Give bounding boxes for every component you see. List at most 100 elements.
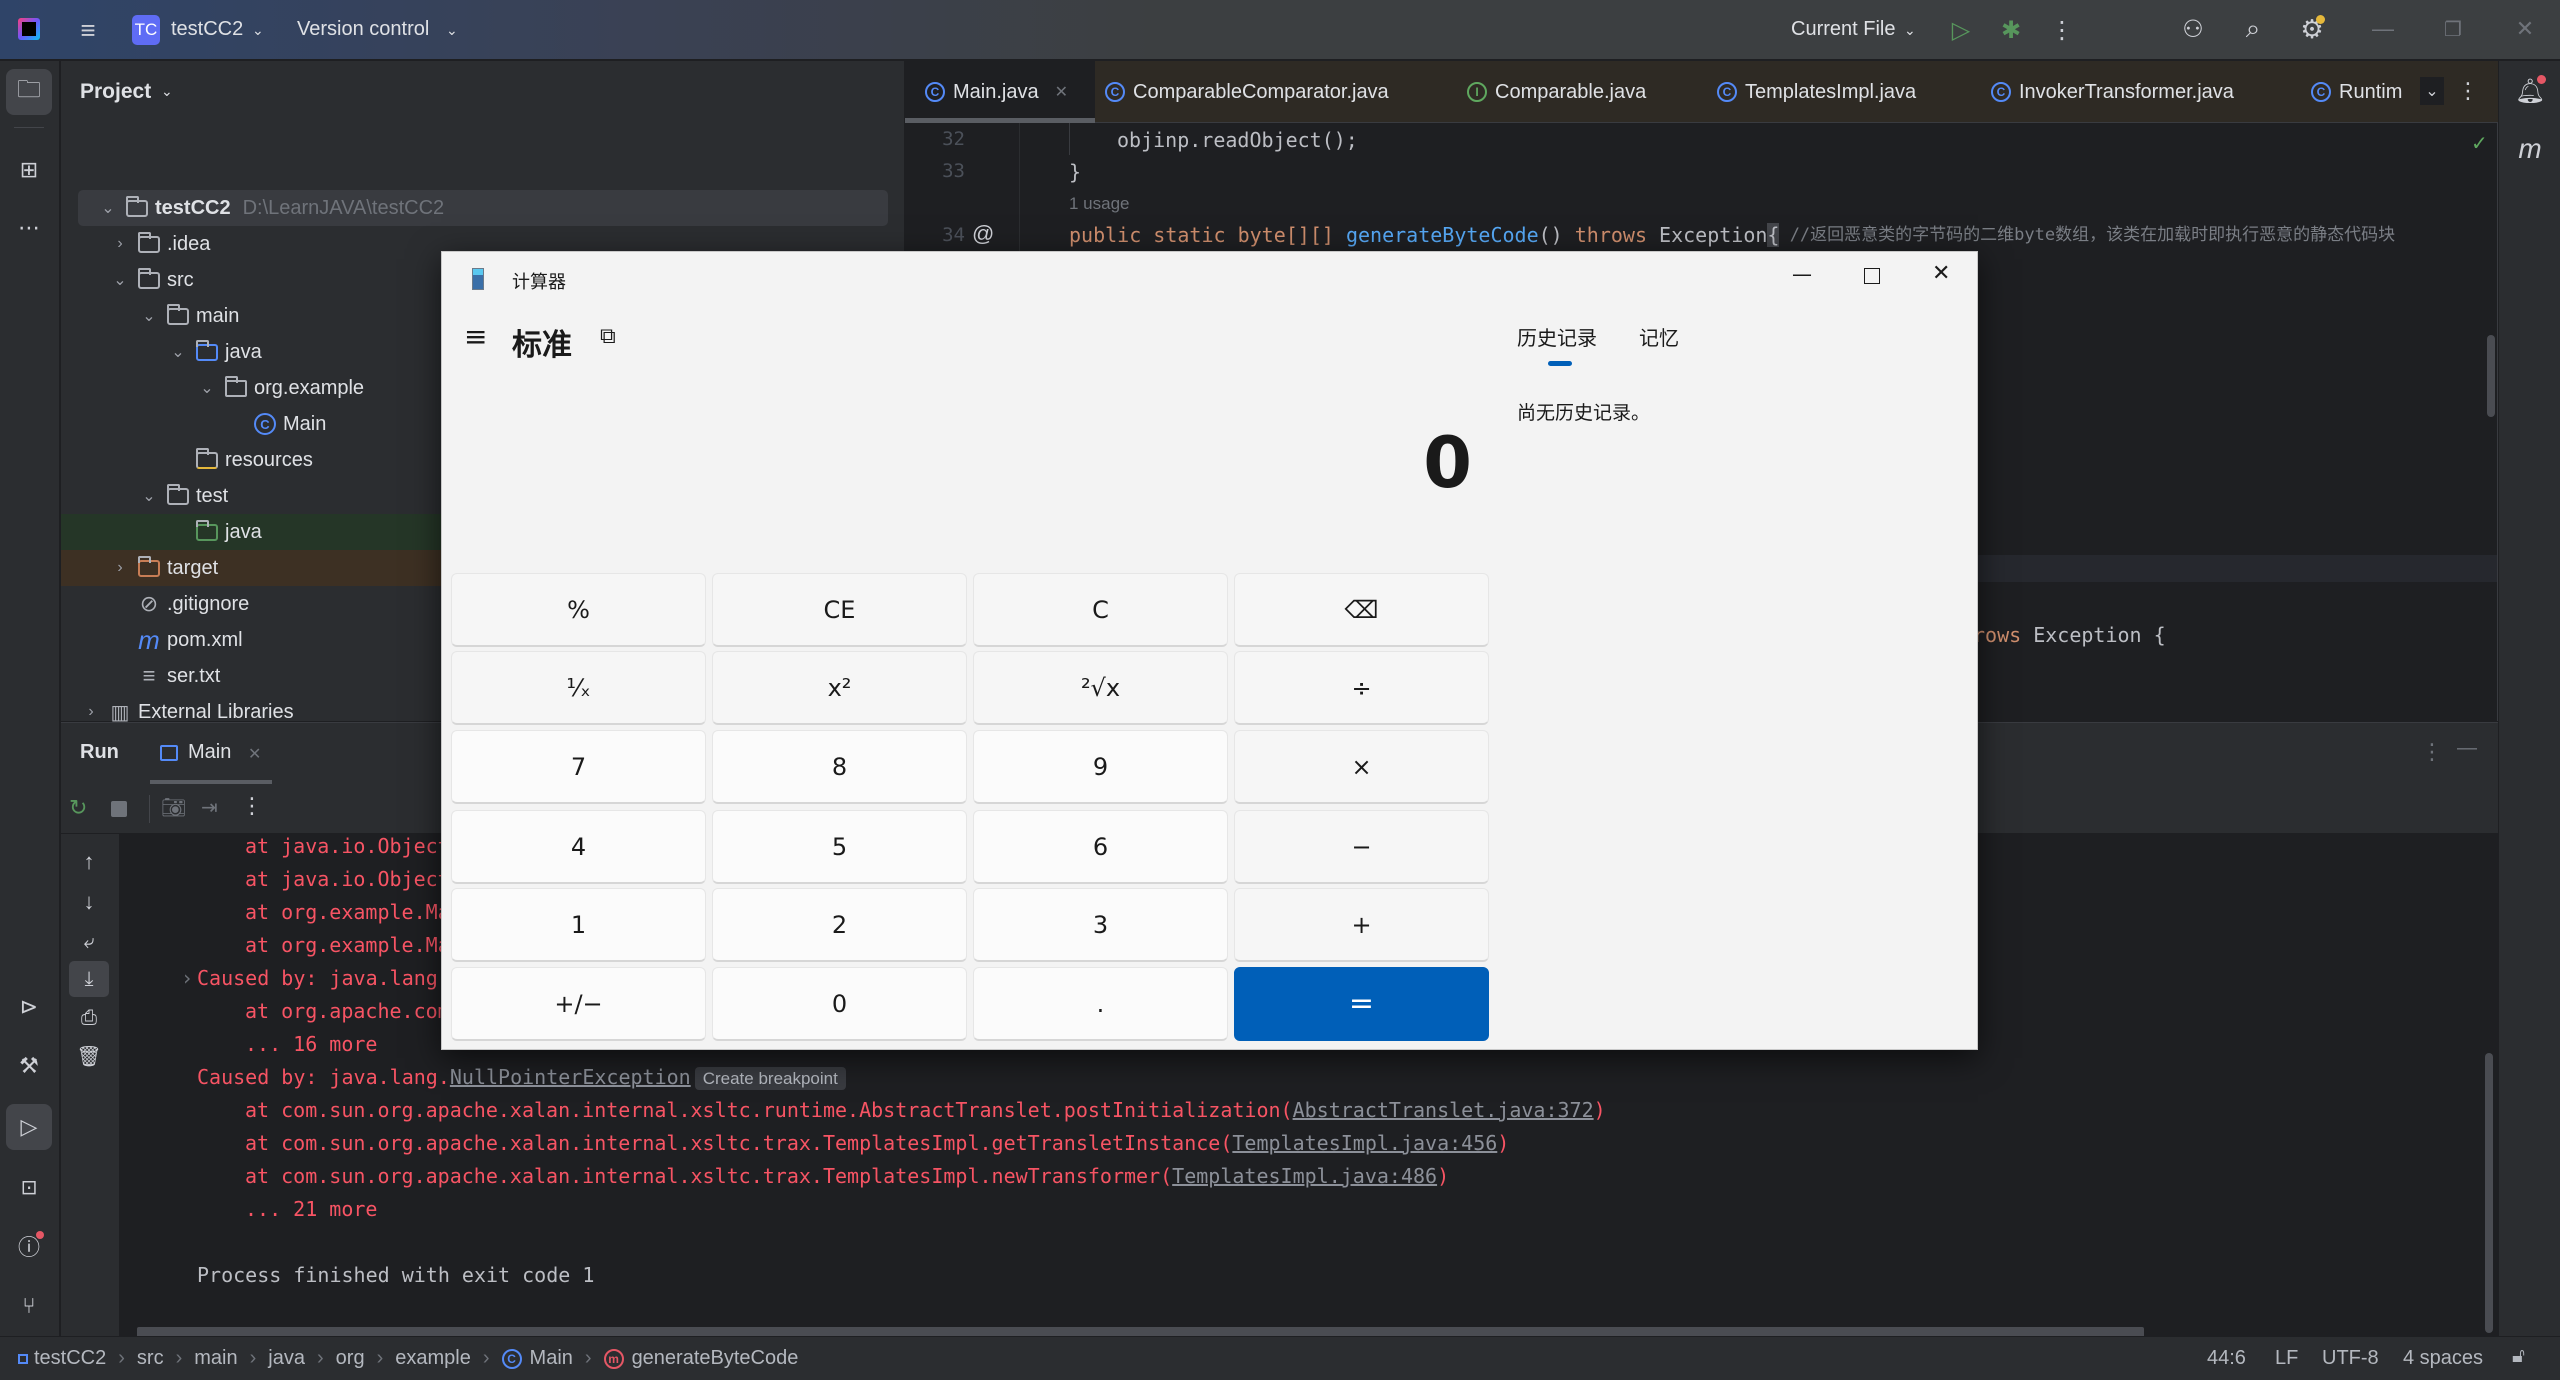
calc-button[interactable]: −: [1234, 810, 1489, 884]
calc-button[interactable]: +: [1234, 888, 1489, 962]
stop-icon[interactable]: [111, 801, 127, 817]
console-link[interactable]: NullPointerException: [450, 1065, 691, 1089]
chevron-right-icon[interactable]: ›: [81, 703, 101, 721]
nav-menu-icon[interactable]: ≡: [464, 320, 487, 353]
run-config-selector[interactable]: Current File: [1791, 18, 1895, 41]
main-menu-icon[interactable]: ≡: [74, 15, 102, 45]
breadcrumb-item[interactable]: testCC2: [34, 1347, 106, 1370]
calc-button[interactable]: %: [451, 573, 706, 647]
calc-button[interactable]: ⌫: [1234, 573, 1489, 647]
close-icon[interactable]: ✕: [2512, 16, 2538, 42]
chevron-right-icon[interactable]: ›: [110, 559, 130, 577]
project-tool-icon[interactable]: 🗀: [6, 69, 52, 115]
tab-memory[interactable]: 记忆: [1639, 322, 1679, 351]
soft-wrap-icon[interactable]: ⤶: [73, 926, 105, 958]
calc-button[interactable]: .: [973, 967, 1228, 1041]
chevron-right-icon[interactable]: ›: [110, 235, 130, 253]
calc-button[interactable]: 8: [712, 730, 967, 804]
editor-tab[interactable]: C InvokerTransformer.java: [1991, 61, 2234, 123]
editor-tab[interactable]: C ComparableComparator.java: [1105, 61, 1389, 123]
more-icon[interactable]: ⋮: [2050, 16, 2074, 44]
console-link[interactable]: AbstractTranslet.java:372: [1293, 1098, 1594, 1122]
calc-button[interactable]: =: [1234, 967, 1489, 1041]
breadcrumb-item[interactable]: src: [137, 1347, 164, 1370]
minimize-icon[interactable]: —: [1792, 262, 1812, 286]
close-tab-icon[interactable]: ✕: [1055, 82, 1068, 102]
breadcrumb-item[interactable]: example: [395, 1347, 471, 1370]
trash-icon[interactable]: 🗑︎: [73, 1040, 105, 1072]
calc-button[interactable]: ²√x: [973, 651, 1228, 725]
keep-on-top-icon[interactable]: ⧉: [600, 324, 616, 349]
chevron-down-icon[interactable]: ⌄: [110, 270, 130, 290]
breadcrumb-item[interactable]: generateByteCode: [632, 1347, 799, 1370]
calc-button[interactable]: C: [973, 573, 1228, 647]
chevron-down-icon[interactable]: ⌄: [139, 306, 159, 326]
add-user-icon[interactable]: ⚇: [2178, 14, 2208, 44]
project-badge[interactable]: TC: [132, 15, 160, 45]
calc-button[interactable]: ×: [1234, 730, 1489, 804]
chevron-down-icon[interactable]: ⌄: [197, 378, 217, 398]
calc-button[interactable]: +/−: [451, 967, 706, 1041]
calc-button[interactable]: 1: [451, 888, 706, 962]
calc-button[interactable]: 3: [973, 888, 1228, 962]
structure-icon[interactable]: ⊞: [12, 153, 46, 187]
calc-button[interactable]: x²: [712, 651, 967, 725]
chevron-down-icon[interactable]: ⌄: [168, 342, 188, 362]
indent-setting[interactable]: 4 spaces: [2403, 1347, 2483, 1370]
calc-button[interactable]: ¹⁄ₓ: [451, 651, 706, 725]
code-line-33[interactable]: }: [1069, 160, 1081, 184]
tab-history[interactable]: 历史记录: [1517, 322, 1597, 351]
rerun-icon[interactable]: ↻: [69, 795, 87, 821]
calc-button[interactable]: 6: [973, 810, 1228, 884]
run-icon[interactable]: ▷: [1948, 16, 1974, 44]
exit-icon[interactable]: ⇥: [201, 795, 218, 820]
breadcrumb-item[interactable]: main: [194, 1347, 237, 1370]
down-arrow-icon[interactable]: ↓: [73, 886, 105, 918]
calc-button[interactable]: 0: [712, 967, 967, 1041]
up-arrow-icon[interactable]: ↑: [73, 846, 105, 878]
chevron-down-icon[interactable]: ⌄: [98, 198, 118, 218]
vcs-menu[interactable]: Version control: [297, 18, 429, 41]
tree-item[interactable]: ⌄ testCC2 D:\LearnJAVA\testCC2: [78, 190, 888, 226]
build-icon[interactable]: ⚒: [12, 1049, 46, 1083]
tabs-dropdown-icon[interactable]: ⌄: [2420, 77, 2444, 105]
no-problems-check-icon[interactable]: ✓: [2471, 131, 2488, 156]
minimize-icon[interactable]: —: [2370, 16, 2396, 42]
unlock-icon[interactable]: 🔓︎: [2512, 1345, 2525, 1368]
file-encoding[interactable]: UTF-8: [2322, 1347, 2379, 1370]
calc-button[interactable]: 5: [712, 810, 967, 884]
fold-chevron-icon[interactable]: ›: [181, 966, 193, 990]
run-minimize-icon[interactable]: —: [2457, 737, 2477, 760]
project-selector[interactable]: testCC2: [171, 18, 243, 41]
calc-button[interactable]: 2: [712, 888, 967, 962]
breadcrumb-item[interactable]: java: [268, 1347, 305, 1370]
git-icon[interactable]: ⑂: [12, 1289, 46, 1323]
console-link[interactable]: TemplatesImpl.java:486: [1172, 1164, 1437, 1188]
close-icon[interactable]: ✕: [1932, 261, 1950, 286]
code-line-hidden[interactable]: rows Exception {: [1973, 623, 2166, 647]
camera-icon[interactable]: 📷︎: [161, 795, 186, 820]
editor-scrollbar[interactable]: [2487, 335, 2495, 417]
run-tool-icon[interactable]: ▷: [6, 1104, 52, 1150]
intellij-logo[interactable]: [18, 18, 40, 40]
terminal-icon[interactable]: ⊡: [12, 1170, 46, 1204]
run-tab-main[interactable]: Main ✕: [150, 723, 340, 785]
scroll-to-end-icon[interactable]: ⤓: [69, 961, 109, 997]
breadcrumb-item[interactable]: org: [336, 1347, 365, 1370]
override-gutter-icon[interactable]: @: [972, 221, 994, 247]
search-icon[interactable]: ⌕: [2238, 13, 2268, 44]
create-breakpoint-hint[interactable]: Create breakpoint: [694, 1067, 846, 1090]
chevron-down-icon[interactable]: ⌄: [139, 486, 159, 506]
more-icon[interactable]: ⋮: [241, 793, 263, 819]
print-icon[interactable]: ⎙: [73, 1002, 105, 1034]
editor-tab[interactable]: C Runtim: [2311, 61, 2402, 123]
editor-tab[interactable]: C Main.java ✕: [925, 61, 1068, 123]
services-icon[interactable]: ⊳: [12, 990, 46, 1024]
debug-icon[interactable]: ✱: [1998, 16, 2024, 44]
close-tab-icon[interactable]: ✕: [248, 744, 261, 764]
tabs-more-icon[interactable]: ⋮: [2457, 77, 2479, 105]
maven-icon[interactable]: m: [2515, 133, 2545, 165]
usage-hint[interactable]: 1 usage: [1069, 194, 1130, 214]
code-line-34[interactable]: public static byte[][] generateByteCode(…: [1069, 223, 2395, 247]
calc-button[interactable]: 7: [451, 730, 706, 804]
